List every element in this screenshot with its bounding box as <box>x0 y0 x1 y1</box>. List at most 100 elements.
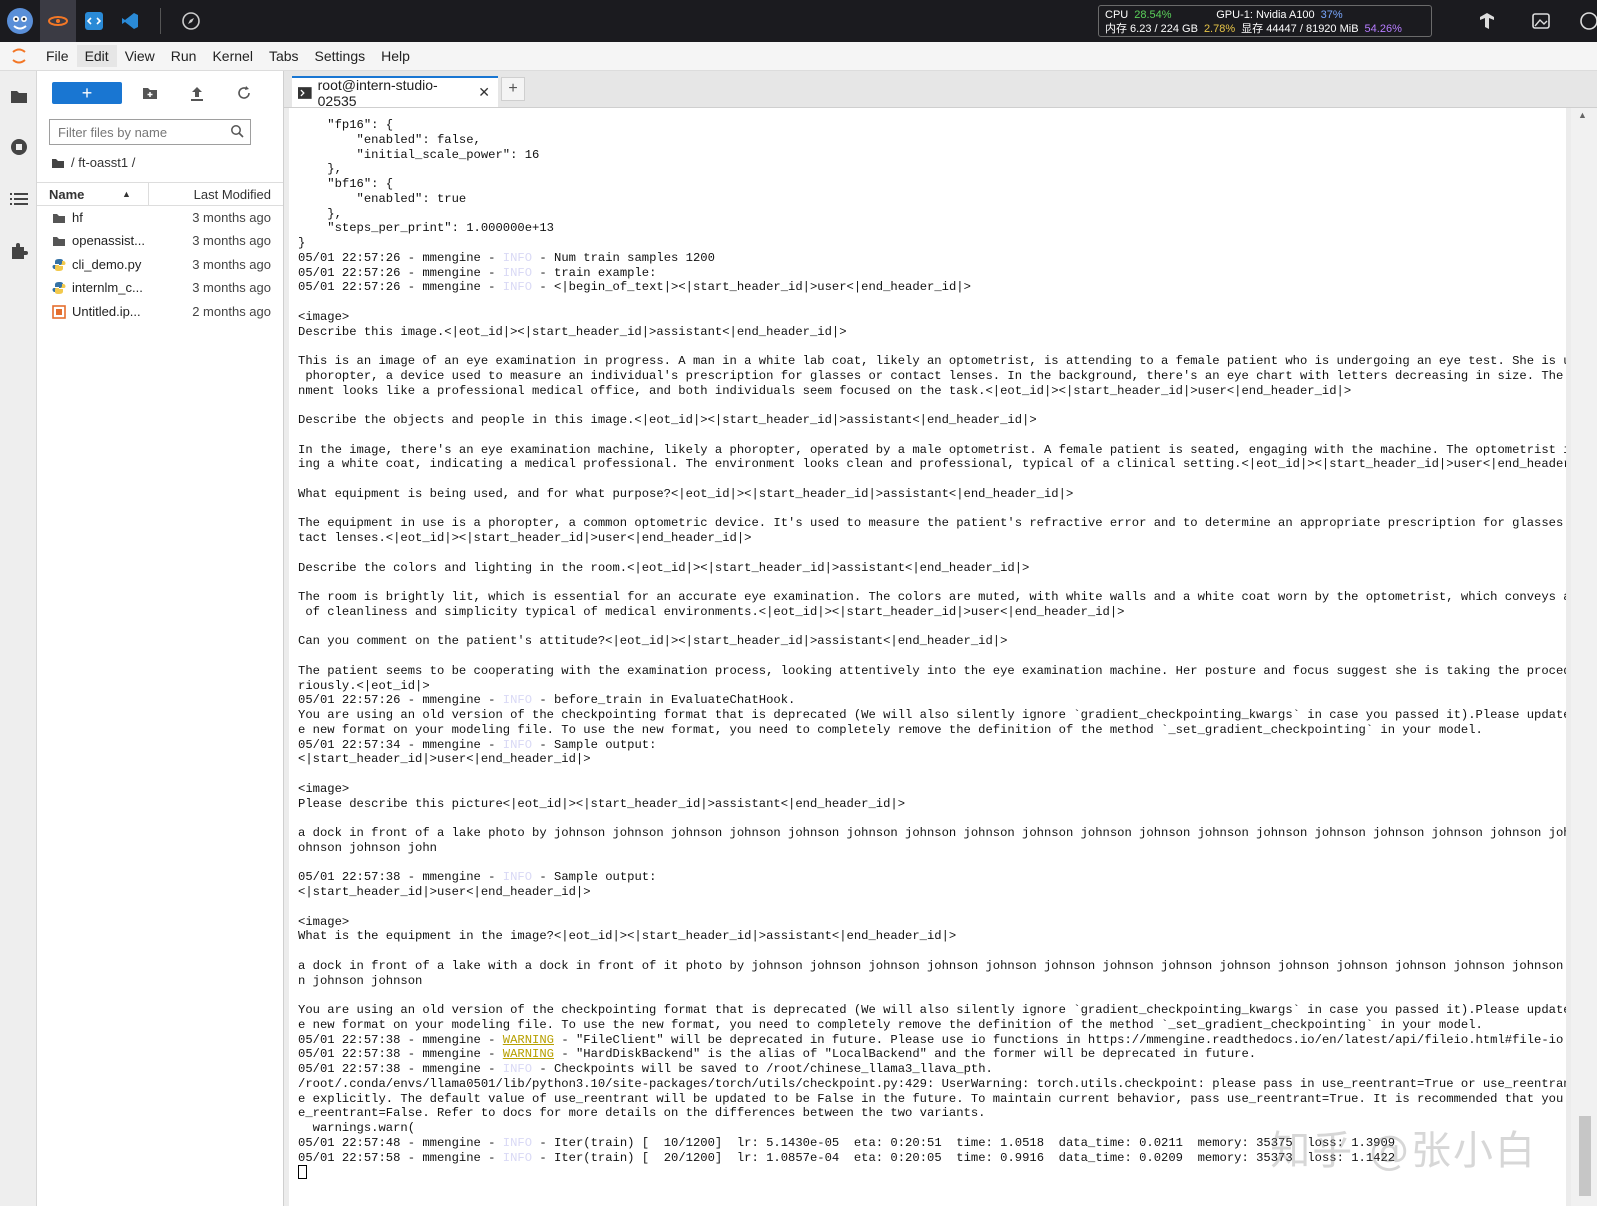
log-prefix: 05/01 22:57:38 - mmengine - <box>298 1062 503 1076</box>
python-icon <box>51 257 67 273</box>
cpu-value: 28.54% <box>1134 9 1172 21</box>
terminal-line: The room is brightly lit, which is essen… <box>298 590 1566 604</box>
image-tool-icon[interactable] <box>1523 0 1559 42</box>
vscode-app-icon[interactable] <box>112 0 148 42</box>
upload-icon[interactable] <box>188 84 206 102</box>
file-browser-toolbar: + <box>37 79 283 107</box>
terminal-line: You are using an old version of the chec… <box>298 708 1566 722</box>
terminal-line: of cleanliness and simplicity typical of… <box>298 604 1125 619</box>
cpu-label: CPU <box>1105 9 1129 21</box>
menu-edit[interactable]: Edit <box>76 45 117 67</box>
log-level: WARNING <box>502 1047 554 1062</box>
log-level: INFO <box>502 693 533 708</box>
terminal-line: phoropter, a device used to measure an i… <box>298 368 1566 383</box>
menu-file[interactable]: File <box>38 45 77 67</box>
scrollbar-thumb[interactable] <box>1579 1116 1591 1196</box>
terminal-line: "enabled": true <box>298 191 467 206</box>
log-prefix: 05/01 22:57:26 - mmengine - <box>298 280 503 295</box>
log-message: - Sample output: <box>532 870 657 885</box>
filter-files-input[interactable]: Filter files by name <box>49 119 251 145</box>
terminal-line: Describe this image.<|eot_id|><|start_he… <box>298 324 847 339</box>
terminal-line: 05/01 22:57:26 - mmengine - INFO - Num t… <box>298 251 1543 266</box>
menu-tabs[interactable]: Tabs <box>261 45 307 67</box>
log-level: INFO <box>502 870 533 885</box>
list-item[interactable]: Untitled.ip... 2 months ago <box>37 300 283 323</box>
new-launcher-button[interactable]: + <box>52 82 122 104</box>
terminal-line: What equipment is being used, and for wh… <box>298 486 1074 501</box>
file-name: internlm_c... <box>72 280 143 295</box>
terminal-line: ohnson johnson john <box>298 840 437 855</box>
watermark: 知乎 @张小白 <box>1270 1128 1537 1174</box>
log-level: INFO <box>502 1062 533 1076</box>
help-circle-icon[interactable] <box>1577 0 1597 42</box>
log-prefix: 05/01 22:57:38 - mmengine - <box>298 1047 503 1062</box>
jupyter-app-icon[interactable] <box>40 0 76 42</box>
log-message: - Iter(train) [ 20/1200] lr: 1.0857e-04 … <box>532 1150 1396 1165</box>
terminal-line: 05/01 22:57:26 - mmengine - INFO - <|beg… <box>298 280 1543 295</box>
terminal-scrollbar[interactable]: ▲ <box>1571 108 1597 1206</box>
breadcrumb[interactable]: / ft-oasst1 / <box>51 155 135 170</box>
close-icon[interactable]: ✕ <box>478 84 490 101</box>
extension-puzzle-icon[interactable] <box>9 241 29 261</box>
toc-list-icon[interactable] <box>9 189 29 209</box>
terminal-line: You are using an old version of the chec… <box>298 1003 1566 1017</box>
folder-icon <box>51 233 67 249</box>
terminal-icon <box>298 86 312 99</box>
new-folder-icon[interactable] <box>141 84 159 102</box>
folder-icon[interactable] <box>9 86 29 106</box>
mem-label: 内存 6.23 / 224 GB <box>1105 23 1198 35</box>
file-name: openassist... <box>72 233 145 248</box>
log-prefix: 05/01 22:57:26 - mmengine - <box>298 693 503 708</box>
tensorflow-icon[interactable] <box>1469 0 1505 42</box>
log-message: - before_train in EvaluateChatHook. <box>532 693 796 708</box>
refresh-icon[interactable] <box>235 84 253 102</box>
log-message: - <|begin_of_text|><|start_header_id|>us… <box>532 280 971 295</box>
terminal-line: }, <box>298 206 342 221</box>
compass-app-icon[interactable] <box>173 0 209 42</box>
column-divider <box>148 183 149 205</box>
menu-view[interactable]: View <box>117 45 163 67</box>
file-name: cli_demo.py <box>72 257 142 272</box>
notebook-icon <box>51 304 67 320</box>
list-item[interactable]: internlm_c... 3 months ago <box>37 276 283 299</box>
terminal-panel[interactable]: "fp16": { "enabled": false, "initial_sca… <box>289 108 1566 1206</box>
tab-title: root@intern-studio-02535 <box>317 76 438 109</box>
list-item[interactable]: openassist... 3 months ago <box>37 229 283 252</box>
new-tab-button[interactable]: + <box>501 77 525 101</box>
gpu-label: GPU-1: Nvidia A100 <box>1216 9 1315 21</box>
list-item[interactable]: hf 3 months ago <box>37 206 283 229</box>
scroll-up-icon[interactable]: ▲ <box>1578 110 1587 120</box>
vram-label: 显存 44447 / 81920 MiB <box>1241 23 1359 35</box>
tab-terminal[interactable]: root@intern-studio-02535 ✕ <box>292 76 498 109</box>
file-list-header: Name ▲ Last Modified <box>37 182 283 206</box>
menu-run[interactable]: Run <box>163 45 205 67</box>
file-modified: 3 months ago <box>192 210 271 225</box>
terminal-line: /root/.conda/envs/llama0501/lib/python3.… <box>298 1076 1566 1091</box>
code-server-app-icon[interactable] <box>76 0 112 42</box>
file-browser-panel: + Filter files by name / ft-oasst1 / Nam… <box>37 71 284 1206</box>
menu-bar: File Edit View Run Kernel Tabs Settings … <box>0 42 1597 71</box>
terminal-line: The patient seems to be cooperating with… <box>298 663 1566 678</box>
search-icon <box>230 124 244 141</box>
terminal-line: Describe the colors and lighting in the … <box>298 560 1030 575</box>
terminal-line: <image> <box>298 309 350 324</box>
main-area: root@intern-studio-02535 ✕ + "fp16": { "… <box>284 71 1597 1206</box>
log-prefix: 05/01 22:57:48 - mmengine - <box>298 1135 503 1150</box>
log-prefix: 05/01 22:57:58 - mmengine - <box>298 1150 503 1165</box>
log-message: - Sample output: <box>532 737 657 752</box>
list-item[interactable]: cli_demo.py 3 months ago <box>37 253 283 276</box>
terminal-line: "fp16": { <box>298 118 394 132</box>
intern-studio-logo-icon[interactable] <box>0 0 40 42</box>
running-stop-icon[interactable] <box>9 137 29 157</box>
column-name-header[interactable]: Name <box>49 187 84 202</box>
menu-help[interactable]: Help <box>373 45 418 67</box>
menu-settings[interactable]: Settings <box>307 45 374 67</box>
column-modified-header[interactable]: Last Modified <box>194 187 271 202</box>
menu-kernel[interactable]: Kernel <box>204 45 260 67</box>
